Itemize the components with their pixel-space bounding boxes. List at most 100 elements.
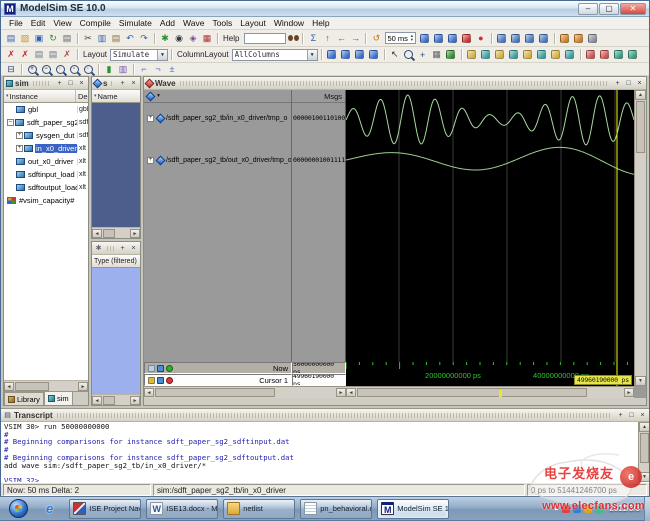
undock-icon[interactable]: ⊟ [4, 63, 18, 76]
menu-simulate[interactable]: Simulate [115, 18, 156, 28]
save-dataset-icon[interactable]: ▤ [46, 48, 60, 61]
sim-panel-header[interactable]: sim + □ × [4, 77, 88, 90]
tree-expand-icon[interactable]: + [16, 132, 23, 139]
signal-row[interactable]: +/sdft_paper_sg2_tb/in_x0_driver/tmp_o [144, 112, 291, 124]
search-binoculars-icon[interactable] [288, 34, 299, 43]
move-up-icon[interactable]: ↑ [320, 32, 334, 45]
scroll-thumb[interactable] [155, 388, 275, 397]
open-dataset-icon[interactable]: ▤ [32, 48, 46, 61]
undo-icon[interactable]: ↶ [123, 32, 137, 45]
wave-names-header[interactable]: ▼ [144, 90, 291, 103]
scroll-right-icon[interactable]: ► [78, 382, 88, 391]
goto-line-icon[interactable]: ◈ [186, 32, 200, 45]
zoom-out-icon[interactable]: − [39, 63, 53, 76]
wave-names-hscrollbar[interactable]: ◄ ► [144, 386, 346, 398]
scroll-thumb[interactable] [15, 382, 49, 391]
edit-cursor-icon[interactable] [157, 377, 164, 384]
scroll-down-icon[interactable]: ▼ [639, 472, 649, 482]
scroll-left-icon[interactable]: ◄ [346, 388, 356, 397]
wave-toolbox-icon[interactable] [148, 365, 155, 372]
scroll-up-icon[interactable]: ▲ [635, 90, 646, 100]
print-icon[interactable]: ▤ [60, 32, 74, 45]
analog-format-icon[interactable]: ▮ [102, 63, 116, 76]
tree-item-gbl[interactable]: gblgbl [4, 103, 88, 116]
drag-handle[interactable] [107, 246, 114, 251]
taskbar-clock[interactable]: 2011/3/3 [609, 504, 640, 513]
collapse-all-icon[interactable] [626, 48, 640, 61]
waveform-canvas[interactable] [346, 90, 634, 362]
copy-icon[interactable]: ▥ [95, 32, 109, 45]
edit-mirror-icon[interactable] [535, 48, 549, 61]
zoom-in-icon[interactable]: + [25, 63, 39, 76]
scroll-thumb[interactable] [636, 101, 645, 153]
menu-tools[interactable]: Tools [208, 18, 236, 28]
show-desktop-button[interactable] [644, 497, 650, 521]
edit-paste-icon[interactable] [549, 48, 563, 61]
back-icon[interactable]: ← [334, 32, 348, 45]
scroll-up-icon[interactable]: ▲ [639, 422, 649, 432]
transcript-vscrollbar[interactable]: ▲ ▼ [638, 422, 649, 482]
scroll-left-icon[interactable]: ◄ [144, 388, 154, 397]
drag-handle[interactable] [57, 413, 612, 418]
panel-expand-button[interactable]: + [118, 79, 127, 88]
panel-expand-button[interactable]: + [616, 411, 625, 420]
menu-edit[interactable]: Edit [27, 18, 50, 28]
literal-format-icon[interactable]: ▥ [116, 63, 130, 76]
clear-all-icon[interactable]: ✗ [18, 48, 32, 61]
scroll-left-icon[interactable]: ◄ [4, 382, 14, 391]
objects-panel-header[interactable]: s + × [92, 77, 140, 90]
menu-compile[interactable]: Compile [76, 18, 115, 28]
menu-file[interactable]: File [5, 18, 27, 28]
tree-item-out_x0_driver[interactable]: out_x0_driverxlt [4, 155, 88, 168]
cut-icon[interactable]: ✂ [81, 32, 95, 45]
break-icon[interactable] [460, 32, 474, 45]
help-input[interactable] [244, 33, 286, 44]
select-mode-icon[interactable]: ↖ [388, 48, 402, 61]
scroll-down-icon[interactable]: ▼ [635, 376, 646, 386]
save-icon[interactable]: ▣ [32, 32, 46, 45]
next-transition-icon[interactable]: ⌐ [137, 63, 151, 76]
tree-item-sdftoutput_load[interactable]: sdftoutput_loadxlt [4, 181, 88, 194]
profile-report-icon[interactable] [558, 32, 572, 45]
chevron-down-icon[interactable]: ▼ [307, 50, 317, 60]
tree-item-sdftinput_load[interactable]: sdftinput_loadxlt [4, 168, 88, 181]
panel-expand-button[interactable]: + [118, 244, 127, 253]
scroll-right-icon[interactable]: ► [130, 396, 140, 405]
drag-handle[interactable] [33, 81, 51, 86]
drag-handle[interactable] [111, 81, 114, 86]
scroll-thumb[interactable] [103, 229, 115, 238]
tray-icon-teal[interactable] [595, 505, 603, 513]
tree-item-sysgen_dut[interactable]: +sysgen_dutsdf [4, 129, 88, 142]
menu-wave[interactable]: Wave [179, 18, 208, 28]
tray-icon-blue[interactable] [573, 505, 581, 513]
edit-mode-icon[interactable]: ▦ [430, 48, 444, 61]
panel-close-button[interactable]: × [77, 79, 86, 88]
objects-hscrollbar[interactable]: ◄ ► [92, 227, 140, 238]
taskbar-button-modelsim[interactable]: MModelSim SE 10... [377, 499, 449, 519]
wave-window-icon[interactable] [157, 365, 164, 372]
memory-profile-icon[interactable] [572, 32, 586, 45]
menu-add[interactable]: Add [156, 18, 179, 28]
objects-column-header[interactable]: ▾Name [92, 90, 140, 103]
maximize-button[interactable]: ▢ [599, 3, 619, 15]
step-out-icon[interactable] [523, 32, 537, 45]
profile-icon[interactable]: ▦ [200, 32, 214, 45]
clear-wave-icon[interactable]: ✗ [4, 48, 18, 61]
run-length-spinner[interactable]: 50 ms▲▼ [385, 32, 415, 44]
collapse-time-icon[interactable] [598, 48, 612, 61]
expand-time-icon[interactable] [584, 48, 598, 61]
scroll-left-icon[interactable]: ◄ [92, 229, 102, 238]
zoom-full-icon[interactable]: ◦ [53, 63, 67, 76]
expand-all-icon[interactable] [612, 48, 626, 61]
add-selected-icon[interactable] [325, 48, 339, 61]
step-instance-icon[interactable] [537, 32, 551, 45]
panel-close-button[interactable]: × [129, 79, 138, 88]
cursor-row[interactable]: Cursor 1 49960190000 ps [144, 374, 346, 386]
cursor-add-icon[interactable] [465, 48, 479, 61]
scroll-right-icon[interactable]: ► [336, 388, 346, 397]
simulate-options-icon[interactable]: ✱ [158, 32, 172, 45]
wave-canvas-hscrollbar[interactable]: ◄ ► [346, 386, 634, 398]
find-icon[interactable]: ◉ [172, 32, 186, 45]
group-select-icon[interactable] [146, 91, 156, 101]
chevron-down-icon[interactable]: ▼ [157, 50, 167, 60]
